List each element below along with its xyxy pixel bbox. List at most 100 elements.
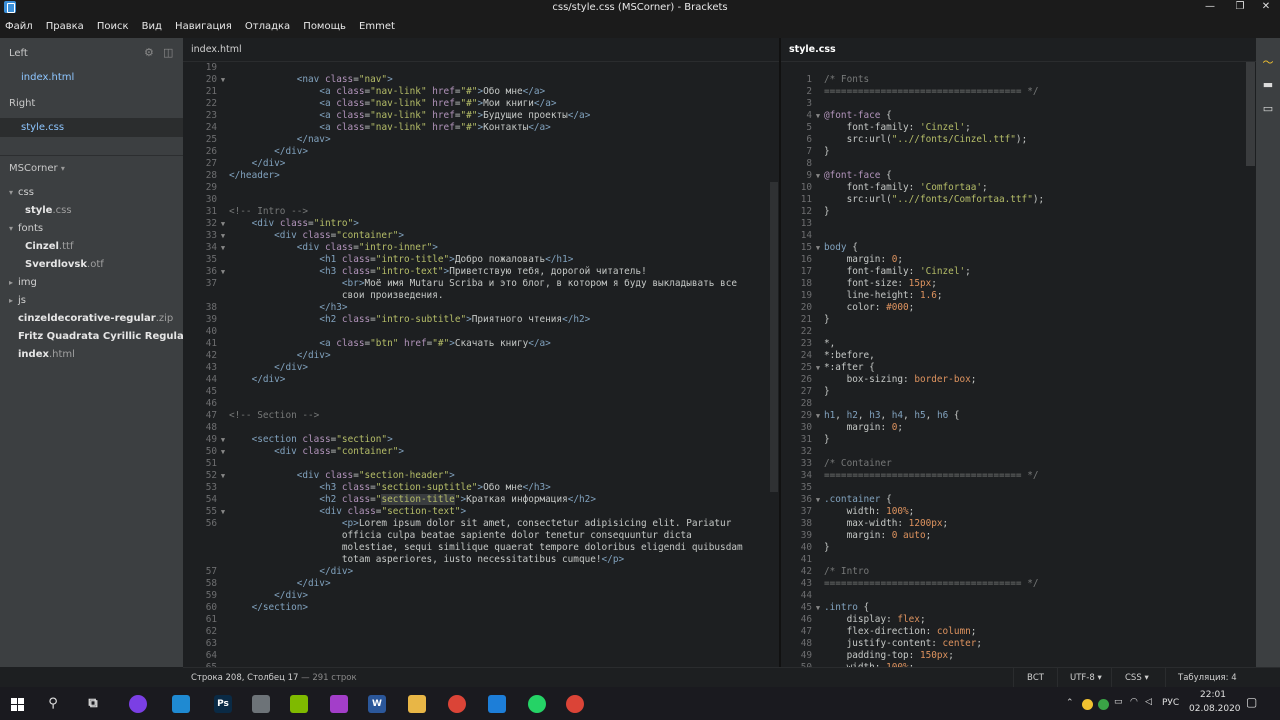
tray-up-arrow-icon[interactable]: ⌃ [1066,698,1074,708]
code-line[interactable]: 38 max-width: 1200px; [781,518,1044,530]
tree-item-css[interactable]: ▾ css [0,187,34,198]
code-line[interactable]: 39 <h2 class="intro-subtitle">Приятного … [183,314,743,326]
code-line[interactable]: 1/* Fonts [781,74,1044,86]
menu-view[interactable]: Вид [142,17,162,32]
code-line[interactable]: 13 [781,218,1044,230]
task-view-icon[interactable]: ⧉ [84,695,102,713]
code-line[interactable]: 43 </div> [183,362,743,374]
language-select[interactable]: CSS ▾ [1125,673,1149,683]
language-indicator[interactable]: РУС [1162,698,1179,708]
code-line[interactable]: 45 [183,386,743,398]
split-view-icon[interactable]: ◫ [163,46,173,59]
tree-item-js[interactable]: ▸ js [0,295,26,306]
code-line[interactable]: 31 <!-- Intro --> [183,206,743,218]
code-line[interactable]: 30 [183,194,743,206]
code-line[interactable]: 60 </section> [183,602,743,614]
app-green-icon[interactable] [290,695,308,713]
code-line[interactable]: 36 ▼ .container { [781,494,1044,506]
code-line[interactable]: 33 ▼ <div class="container"> [183,230,743,242]
code-line[interactable]: 23 <a class="nav-link" href="#">Будущие … [183,110,743,122]
code-line[interactable]: 21 <a class="nav-link" href="#">Обо мне<… [183,86,743,98]
code-line[interactable]: 41 [781,554,1044,566]
code-line[interactable]: 34 ▼ <div class="intro-inner"> [183,242,743,254]
code-line[interactable]: 47 <!-- Section --> [183,410,743,422]
code-line[interactable]: 55 ▼ <div class="section-text"> [183,506,743,518]
code-line[interactable]: 28 </header> [183,170,743,182]
gear-icon[interactable]: ⚙ [144,46,154,59]
code-editor-right[interactable]: 1/* Fonts 2 ==============================… [781,74,1044,674]
code-line[interactable]: 27} [781,386,1044,398]
tree-item-sverdlovsk[interactable]: Sverdlovsk.otf [0,259,104,270]
code-line[interactable]: molestiae, sequi similique quaerat tempo… [183,542,743,554]
code-line[interactable]: 44 </div> [183,374,743,386]
code-line[interactable]: 52 ▼ <div class="section-header"> [183,470,743,482]
tree-item-cinzel[interactable]: Cinzel.ttf [0,241,73,252]
code-line[interactable]: 28 [781,398,1044,410]
whatsapp-icon[interactable] [528,695,546,713]
code-line[interactable]: 31} [781,434,1044,446]
app-color-icon[interactable] [330,695,348,713]
maximize-button[interactable]: ❐ [1226,0,1254,14]
tree-item-fonts[interactable]: ▾ fonts [0,223,43,234]
code-line[interactable]: 21} [781,314,1044,326]
tree-item-index[interactable]: index.html [0,349,75,360]
code-line[interactable]: 49 padding-top: 150px; [781,650,1044,662]
code-line[interactable]: 30 margin: 0; [781,422,1044,434]
brackets-icon[interactable] [488,695,506,713]
chrome2-icon[interactable] [566,695,584,713]
code-line[interactable]: 48 justify-content: center; [781,638,1044,650]
code-line[interactable]: 37 <br>Моё имя Mutaru Scriba и это блог,… [183,278,743,290]
code-line[interactable]: 14 [781,230,1044,242]
tree-item-cinzeldecorative-regular[interactable]: cinzeldecorative-regular.zip [0,313,173,324]
code-line[interactable]: 20 color: #000; [781,302,1044,314]
windows-start-icon[interactable] [11,698,24,711]
code-line[interactable]: 33/* Container [781,458,1044,470]
code-line[interactable]: officia culpa beatae sapiente dolor tene… [183,530,743,542]
tray-app2-icon[interactable] [1098,699,1109,710]
search-icon[interactable]: ⚲ [44,695,62,713]
code-line[interactable]: 8 [781,158,1044,170]
code-line[interactable]: 4 ▼ @font-face { [781,110,1044,122]
code-line[interactable]: 25 </nav> [183,134,743,146]
menu-debug[interactable]: Отладка [245,17,290,32]
code-line[interactable]: 24 <a class="nav-link" href="#">Контакты… [183,122,743,134]
code-line[interactable]: 53 <h3 class="section-suptitle">Обо мне<… [183,482,743,494]
code-line[interactable]: 3 [781,98,1044,110]
code-line[interactable]: 40 [183,326,743,338]
word-icon[interactable]: W [368,695,386,713]
close-button[interactable]: ✕ [1252,0,1280,14]
photoshop-icon[interactable]: Ps [214,695,232,713]
menu-file[interactable]: Файл [5,17,33,32]
code-line[interactable]: 32 ▼ <div class="intro"> [183,218,743,230]
clock-time[interactable]: 22:01 [1200,690,1226,700]
tray-app-icon[interactable] [1082,699,1093,710]
code-line[interactable]: 48 [183,422,743,434]
tree-item-fritz-quadrata-cyrillic-regular[interactable]: Fritz Quadrata Cyrillic Regular.rar [0,331,206,342]
code-line[interactable]: 23 *, [781,338,1044,350]
code-line[interactable]: 42 </div> [183,350,743,362]
code-line[interactable]: 35 <h1 class="intro-title">Добро пожалов… [183,254,743,266]
code-line[interactable]: 29 ▼ h1, h2, h3, h4, h5, h6 { [781,410,1044,422]
chevron-right-icon[interactable]: ▸ [9,278,18,287]
code-line[interactable]: 7} [781,146,1044,158]
chrome-icon[interactable] [448,695,466,713]
scrollbar-right[interactable] [1246,62,1255,667]
code-line[interactable]: 59 </div> [183,590,743,602]
code-line[interactable]: 32 [781,446,1044,458]
code-line[interactable]: 43 =================================== */ [781,578,1044,590]
extension-manager-icon[interactable]: ▬ [1261,78,1275,92]
code-line[interactable]: 18 font-size: 15px; [781,278,1044,290]
menu-edit[interactable]: Правка [46,17,84,32]
code-line[interactable]: 15 ▼ body { [781,242,1044,254]
code-line[interactable]: свои произведения. [183,290,743,302]
code-line[interactable]: 58 </div> [183,578,743,590]
chevron-right-icon[interactable]: ▸ [9,296,18,305]
code-line[interactable]: 2 =================================== */ [781,86,1044,98]
scrollbar-thumb-right[interactable] [1246,62,1255,166]
code-line[interactable]: 6 src:url("..//fonts/Cinzel.ttf"); [781,134,1044,146]
notifications-icon[interactable]: ▢ [1246,695,1257,709]
minimize-button[interactable]: — [1196,0,1224,14]
alice-icon[interactable] [129,695,147,713]
code-line[interactable]: 47 flex-direction: column; [781,626,1044,638]
tree-item-style[interactable]: style.css [0,205,72,216]
